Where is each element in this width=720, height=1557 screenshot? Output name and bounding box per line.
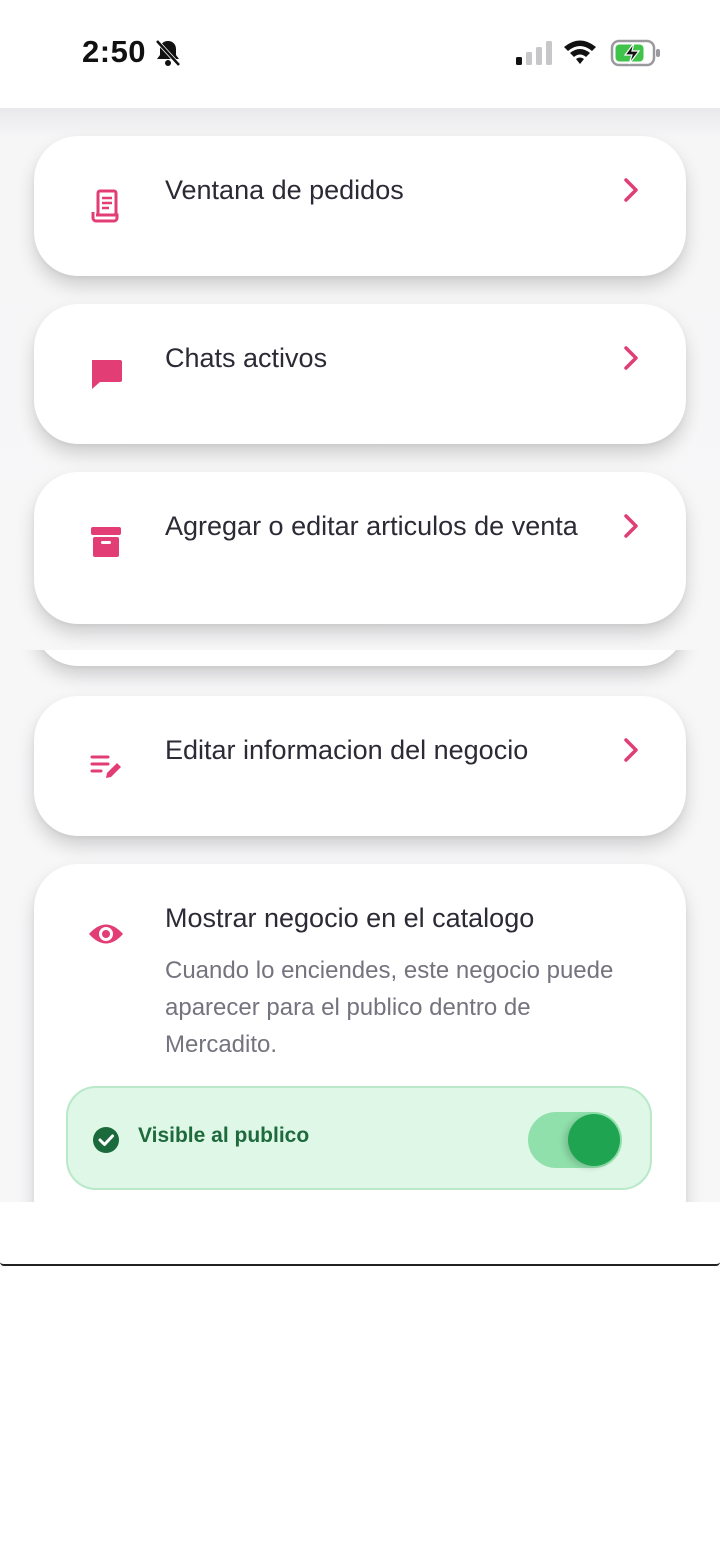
menu-section-top: Ventana de pedidos Chats activos Agregar… <box>0 108 720 650</box>
menu-item-chats[interactable]: Chats activos <box>34 304 686 444</box>
visibility-status-label: Visible al publico <box>138 1124 310 1147</box>
menu-item-orders[interactable]: Ventana de pedidos <box>34 136 686 276</box>
menu-item-label: Agregar o editar articulos de venta <box>165 511 578 541</box>
menu-section-bottom: Editar informacion del negocio Mostrar n… <box>0 650 720 1202</box>
status-bar: 2:50 <box>0 0 720 108</box>
bottom-edge <box>0 1202 720 1266</box>
visibility-status-bar: Visible al publico <box>66 1086 652 1190</box>
catalog-title: Mostrar negocio en el catalogo <box>165 903 535 933</box>
menu-item-edit-business[interactable]: Editar informacion del negocio <box>34 696 686 836</box>
battery-charging-icon <box>610 39 660 67</box>
menu-item-label: Editar informacion del negocio <box>165 735 529 765</box>
archive-box-icon <box>86 522 126 562</box>
catalog-visibility-toggle[interactable] <box>528 1112 622 1168</box>
eye-icon <box>86 914 126 954</box>
edit-list-icon <box>86 746 126 786</box>
catalog-visibility-card: Mostrar negocio en el catalogo Cuando lo… <box>34 864 686 1202</box>
menu-item-label: Ventana de pedidos <box>165 175 404 205</box>
receipt-icon <box>86 186 126 226</box>
chevron-right-icon <box>624 738 638 762</box>
chevron-right-icon <box>624 346 638 370</box>
chevron-right-icon <box>624 514 638 538</box>
chat-icon <box>86 354 126 394</box>
menu-item-partial <box>34 650 686 666</box>
wifi-icon <box>564 40 596 64</box>
bell-off-icon <box>155 39 181 67</box>
menu-item-articles[interactable]: Agregar o editar articulos de venta <box>34 472 686 624</box>
check-circle-icon <box>93 1127 119 1153</box>
chevron-right-icon <box>624 178 638 202</box>
signal-icon <box>516 41 552 65</box>
toggle-knob <box>568 1114 620 1166</box>
status-time: 2:50 <box>82 34 147 69</box>
menu-item-label: Chats activos <box>165 343 328 373</box>
catalog-description: Cuando lo enciendes, este negocio puede … <box>165 957 614 1058</box>
